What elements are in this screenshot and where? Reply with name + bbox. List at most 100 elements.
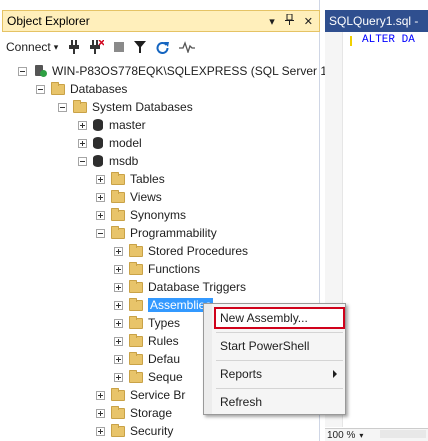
menu-item-refresh[interactable]: Refresh [216, 393, 343, 411]
chevron-down-icon: ▾ [359, 430, 364, 440]
connect-dropdown-icon[interactable]: ▾ [54, 42, 59, 53]
tree-label-msdb: msdb [109, 154, 139, 168]
tree-node-databases[interactable]: Databases [36, 80, 127, 98]
tree-label-database-triggers: Database Triggers [148, 280, 247, 294]
folder-icon [129, 243, 143, 257]
menu-separator [216, 332, 343, 333]
expand-icon[interactable] [114, 336, 123, 346]
connect-button[interactable]: Connect ▾ [6, 37, 58, 57]
menu-item-label: Refresh [220, 395, 263, 409]
expand-icon[interactable] [114, 354, 123, 364]
filter-icon[interactable] [134, 37, 147, 57]
collapse-icon[interactable] [18, 66, 27, 76]
tree-label-programmability: Programmability [130, 226, 217, 240]
expand-icon[interactable] [96, 426, 105, 436]
tree-node-msdb[interactable]: msdb [78, 152, 138, 170]
collapse-icon[interactable] [78, 156, 87, 166]
tree-label-rules: Rules [148, 334, 179, 348]
database-icon [93, 137, 103, 149]
tree-node-tables[interactable]: Tables [96, 170, 165, 188]
tree-label-stored-procedures: Stored Procedures [148, 244, 249, 258]
activity-monitor-icon[interactable] [179, 37, 196, 57]
tree-label-security: Security [130, 424, 174, 438]
expand-icon[interactable] [96, 408, 105, 418]
tree-label-types: Types [148, 316, 181, 330]
tree-node-storage[interactable]: Storage [96, 404, 172, 422]
tree-label-sequences: Seque [148, 370, 183, 384]
tree-node-model[interactable]: model [78, 134, 142, 152]
folder-icon [73, 99, 87, 113]
expand-icon[interactable] [114, 372, 123, 382]
tree-node-programmability[interactable]: Programmability [96, 224, 217, 242]
folder-icon [111, 207, 125, 221]
tree-node-types[interactable]: Types [114, 314, 180, 332]
folder-icon [51, 81, 65, 95]
menu-item-start-powershell[interactable]: Start PowerShell [216, 337, 343, 355]
tree-label-server: WIN-P83OS778EQK\SQLEXPRESS (SQL Server 1… [52, 64, 344, 78]
zoom-value: 100 % [327, 429, 356, 441]
tree-node-stored-procedures[interactable]: Stored Procedures [114, 242, 248, 260]
expand-icon[interactable] [114, 264, 123, 274]
tree-node-defaults[interactable]: Defau [114, 350, 180, 368]
change-marker [350, 36, 352, 46]
menu-item-label: Reports [220, 367, 263, 381]
connect-label: Connect [6, 40, 51, 54]
tree-label-functions: Functions [148, 262, 201, 276]
menu-item-reports[interactable]: Reports [216, 365, 343, 383]
pin-icon[interactable] [284, 13, 294, 28]
connect-icon[interactable] [68, 37, 80, 57]
folder-icon [129, 315, 143, 329]
folder-icon [111, 405, 125, 419]
expand-icon[interactable] [78, 138, 87, 148]
database-icon [93, 119, 103, 131]
folder-icon [111, 225, 125, 239]
refresh-icon[interactable] [156, 37, 170, 57]
query-editor-tab[interactable]: SQLQuery1.sql - [325, 10, 428, 32]
collapse-icon[interactable] [58, 102, 67, 112]
panel-title: Object Explorer [7, 14, 90, 28]
tree-node-views[interactable]: Views [96, 188, 162, 206]
tree-label-databases: Databases [70, 82, 128, 96]
tree-node-sequences[interactable]: Seque [114, 368, 183, 386]
disconnect-icon[interactable] [90, 37, 105, 57]
menu-item-new-assembly[interactable]: New Assembly... [214, 307, 345, 329]
tree-node-database-triggers[interactable]: Database Triggers [114, 278, 246, 296]
collapse-icon[interactable] [36, 84, 45, 94]
expand-icon[interactable] [96, 192, 105, 202]
tree-node-rules[interactable]: Rules [114, 332, 179, 350]
dropdown-arrow-icon[interactable]: ▾ [269, 15, 275, 28]
expand-icon[interactable] [114, 246, 123, 256]
tree-node-functions[interactable]: Functions [114, 260, 200, 278]
tree-node-synonyms[interactable]: Synonyms [96, 206, 186, 224]
submenu-arrow-icon [333, 370, 337, 378]
expand-icon[interactable] [96, 390, 105, 400]
server-icon [33, 65, 47, 77]
tree-label-system-databases: System Databases [92, 100, 193, 114]
folder-icon [111, 189, 125, 203]
tree-node-service-broker[interactable]: Service Br [96, 386, 185, 404]
expand-icon[interactable] [114, 282, 123, 292]
database-icon [93, 155, 103, 167]
collapse-icon[interactable] [96, 228, 105, 238]
expand-icon[interactable] [96, 174, 105, 184]
tree-node-server[interactable]: WIN-P83OS778EQK\SQLEXPRESS (SQL Server 1… [18, 62, 344, 80]
stop-icon[interactable] [114, 37, 125, 57]
tree-node-security[interactable]: Security [96, 422, 173, 440]
object-explorer-toolbar: Connect ▾ [2, 35, 320, 59]
tree-node-system-databases[interactable]: System Databases [58, 98, 193, 116]
expand-icon[interactable] [78, 120, 87, 130]
tree-label-master: master [109, 118, 146, 132]
folder-icon [111, 423, 125, 437]
object-explorer-titlebar: Object Explorer ▾ ✕ [2, 10, 320, 32]
close-icon[interactable]: ✕ [304, 15, 313, 28]
menu-item-label: Start PowerShell [220, 339, 310, 353]
folder-icon [111, 171, 125, 185]
folder-icon [129, 261, 143, 275]
expand-icon[interactable] [96, 210, 105, 220]
tree-node-master[interactable]: master [78, 116, 146, 134]
tree-node-assemblies[interactable]: Assemblies [114, 296, 214, 314]
expand-icon[interactable] [114, 300, 123, 310]
horizontal-scrollbar[interactable] [380, 430, 426, 438]
expand-icon[interactable] [114, 318, 123, 328]
folder-icon [129, 297, 143, 311]
